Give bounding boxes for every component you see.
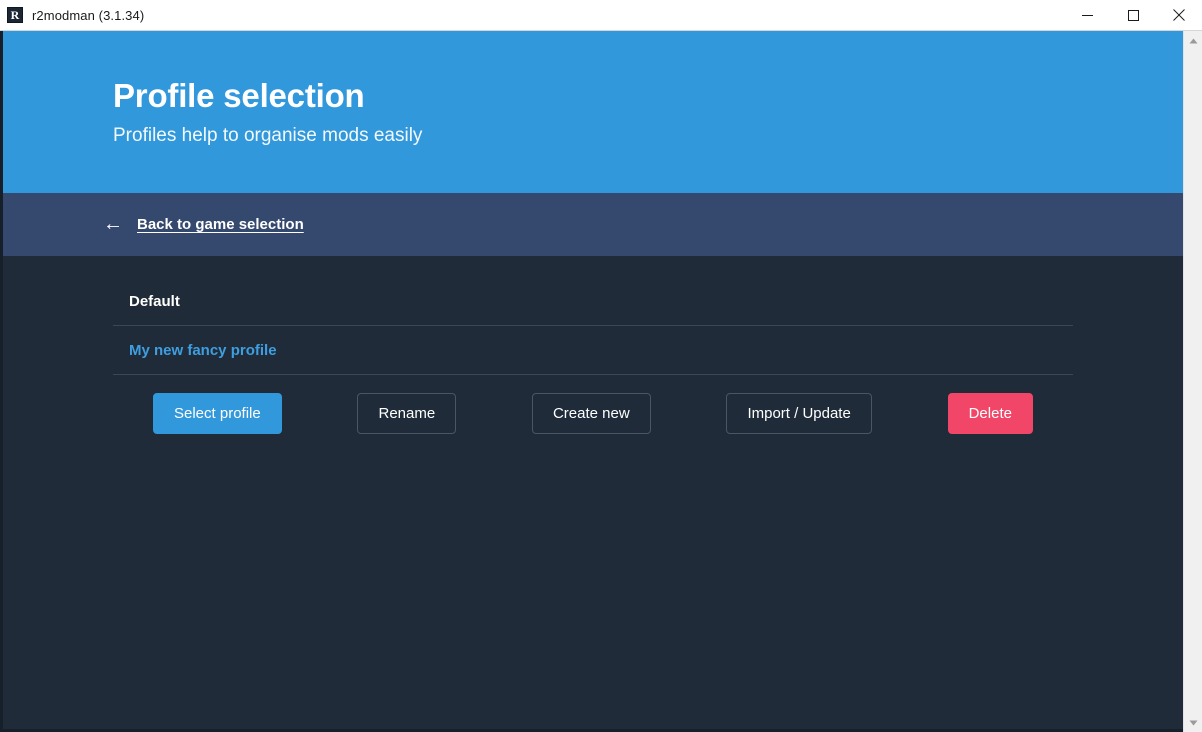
app-icon: R — [7, 7, 23, 23]
list-item[interactable]: My new fancy profile — [113, 326, 1073, 375]
window-controls — [1064, 0, 1202, 31]
scrollbar-track[interactable] — [1184, 50, 1202, 713]
back-to-game-selection-link[interactable]: ← Back to game selection — [103, 212, 304, 235]
page-hero: Profile selection Profiles help to organ… — [3, 31, 1183, 193]
scroll-down-icon[interactable] — [1184, 713, 1202, 732]
profile-name: Default — [129, 292, 180, 310]
app-window: R r2modman (3.1.34) Profile selection Pr… — [0, 0, 1202, 732]
arrow-left-icon: ← — [103, 212, 123, 235]
title-bar: R r2modman (3.1.34) — [0, 0, 1202, 31]
import-update-button[interactable]: Import / Update — [726, 393, 872, 434]
profile-list: Default My new fancy profile — [113, 256, 1073, 375]
vertical-scrollbar[interactable] — [1183, 31, 1202, 732]
profile-name: My new fancy profile — [129, 341, 277, 359]
maximize-button[interactable] — [1110, 0, 1156, 31]
rename-button[interactable]: Rename — [357, 393, 457, 434]
back-link-label: Back to game selection — [137, 216, 304, 233]
profile-actions-toolbar: Select profile Rename Create new Import … — [113, 375, 1073, 434]
close-button[interactable] — [1156, 0, 1202, 31]
list-item[interactable]: Default — [113, 277, 1073, 326]
scroll-up-icon[interactable] — [1184, 31, 1202, 50]
main-content: Default My new fancy profile Select prof… — [3, 256, 1183, 434]
delete-button[interactable]: Delete — [947, 393, 1033, 434]
navigation-bar: ← Back to game selection — [3, 193, 1183, 256]
window-body: Profile selection Profiles help to organ… — [0, 31, 1202, 732]
minimize-button[interactable] — [1064, 0, 1110, 31]
page-subtitle: Profiles help to organise mods easily — [113, 124, 423, 146]
window-title: r2modman (3.1.34) — [32, 7, 145, 23]
app-viewport: Profile selection Profiles help to organ… — [0, 31, 1183, 732]
page-title: Profile selection — [113, 76, 365, 114]
select-profile-button[interactable]: Select profile — [153, 393, 282, 434]
create-new-button[interactable]: Create new — [531, 393, 651, 434]
